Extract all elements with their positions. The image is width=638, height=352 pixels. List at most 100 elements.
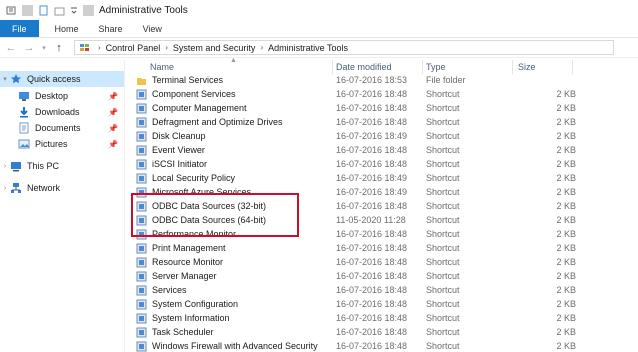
collapse-arrow-icon[interactable]: ▾ xyxy=(0,75,10,83)
file-name: iSCSI Initiator xyxy=(152,159,208,169)
file-size: 2 KB xyxy=(556,145,576,155)
file-row[interactable]: System Configuration 16-07-2016 18:48 Shor… xyxy=(136,297,636,311)
file-row[interactable]: Windows Firewall with Advanced Security 1… xyxy=(136,339,636,352)
nav-item-label: Quick access xyxy=(27,74,81,84)
file-name: Windows Firewall with Advanced Security xyxy=(152,341,318,351)
nav-item-desktop[interactable]: Desktop 📌 xyxy=(18,88,124,104)
file-size: 2 KB xyxy=(556,187,576,197)
file-name: Task Scheduler xyxy=(152,327,214,337)
file-size: 2 KB xyxy=(556,159,576,169)
file-date-modified: 11-05-2020 11:28 xyxy=(336,215,406,225)
file-size: 2 KB xyxy=(556,285,576,295)
breadcrumb-chevron: › xyxy=(98,43,101,52)
file-name-cell: Task Scheduler xyxy=(136,327,214,338)
file-size: 2 KB xyxy=(556,243,576,253)
file-name-cell: Print Management xyxy=(136,243,226,254)
nav-item-pictures[interactable]: Pictures 📌 xyxy=(18,136,124,152)
tab-file[interactable]: File xyxy=(0,20,39,37)
tab-share[interactable]: Share xyxy=(89,20,133,37)
admin-tool-shortcut-icon xyxy=(136,313,147,324)
nav-item-downloads[interactable]: Downloads 📌 xyxy=(18,104,124,120)
nav-item-label: This PC xyxy=(27,161,60,171)
file-name-cell: System Configuration xyxy=(136,299,238,310)
expand-arrow-icon[interactable]: › xyxy=(0,185,10,192)
file-row[interactable]: Component Services 16-07-2016 18:48 Shortc… xyxy=(136,87,636,101)
file-row[interactable]: Event Viewer 16-07-2016 18:48 Shortcut 2 KB xyxy=(136,143,636,157)
ribbon-tabs: File Home Share View xyxy=(0,20,638,38)
column-header-size[interactable]: Size xyxy=(518,60,536,74)
file-row[interactable]: Local Security Policy 16-07-2016 18:49 Sho… xyxy=(136,171,636,185)
file-name: System Information xyxy=(152,313,230,323)
file-type: File folder xyxy=(426,75,466,85)
file-date-modified: 16-07-2016 18:48 xyxy=(336,341,408,351)
file-name-cell: Resource Monitor xyxy=(136,257,223,268)
column-header-date-modified[interactable]: Date modified xyxy=(336,60,392,74)
breadcrumb-control-panel[interactable]: Control Panel xyxy=(106,43,161,53)
file-date-modified: 16-07-2016 18:48 xyxy=(336,229,408,239)
file-size: 2 KB xyxy=(556,173,576,183)
file-name-cell: Windows Firewall with Advanced Security xyxy=(136,341,318,352)
file-row[interactable]: Server Manager 16-07-2016 18:48 Shortcut 2 … xyxy=(136,269,636,283)
admin-tool-shortcut-icon xyxy=(136,159,147,170)
file-row[interactable]: Disk Cleanup 16-07-2016 18:49 Shortcut 2 KB xyxy=(136,129,636,143)
column-header-name[interactable]: Name xyxy=(150,60,174,74)
file-row[interactable]: Defragment and Optimize Drives 16-07-2016… xyxy=(136,115,636,129)
new-folder-icon[interactable] xyxy=(38,5,49,16)
file-name: Local Security Policy xyxy=(152,173,236,183)
expand-arrow-icon[interactable]: › xyxy=(0,163,10,170)
column-divider[interactable] xyxy=(572,60,573,74)
file-name: Computer Management xyxy=(152,103,247,113)
file-row[interactable]: Task Scheduler 16-07-2016 18:48 Shortcut 2 … xyxy=(136,325,636,339)
file-date-modified: 16-07-2016 18:48 xyxy=(336,313,408,323)
file-type: Shortcut xyxy=(426,145,460,155)
file-date-modified: 16-07-2016 18:48 xyxy=(336,271,408,281)
forward-button[interactable]: → xyxy=(22,41,36,55)
file-row[interactable]: Computer Management 16-07-2016 18:48 Short… xyxy=(136,101,636,115)
desktop-icon xyxy=(18,90,30,102)
admin-tool-shortcut-icon xyxy=(136,173,147,184)
file-type: Shortcut xyxy=(426,243,460,253)
tab-home[interactable]: Home xyxy=(45,20,89,37)
breadcrumb-chevron: › xyxy=(260,43,264,52)
nav-item-quick-access[interactable]: ▾ Quick access xyxy=(0,71,124,87)
column-divider[interactable] xyxy=(332,60,333,74)
file-date-modified: 16-07-2016 18:49 xyxy=(336,173,408,183)
admin-tool-shortcut-icon xyxy=(136,103,147,114)
file-name: Terminal Services xyxy=(152,75,224,85)
pictures-icon xyxy=(18,138,30,150)
file-date-modified: 16-07-2016 18:48 xyxy=(336,285,408,295)
file-row[interactable]: System Information 16-07-2016 18:48 Shortc… xyxy=(136,311,636,325)
sort-ascending-icon: ▲ xyxy=(230,57,237,64)
nav-item-this-pc[interactable]: › This PC xyxy=(0,158,124,174)
up-button[interactable]: ↑ xyxy=(52,41,66,55)
admin-tool-shortcut-icon xyxy=(136,299,147,310)
recent-locations-button[interactable]: ▾ xyxy=(40,41,48,55)
file-row[interactable]: iSCSI Initiator 16-07-2016 18:48 Shortcut 2… xyxy=(136,157,636,171)
back-button[interactable]: ← xyxy=(4,41,18,55)
file-row[interactable]: Terminal Services 16-07-2016 18:53 File fo… xyxy=(136,73,636,87)
file-row[interactable]: Print Management 16-07-2016 18:48 Shortcut… xyxy=(136,241,636,255)
pin-icon: 📌 xyxy=(108,123,118,133)
file-row[interactable]: Resource Monitor 16-07-2016 18:48 Shortcut… xyxy=(136,255,636,269)
address-bar[interactable]: › Control Panel › System and Security › … xyxy=(74,40,614,55)
file-type: Shortcut xyxy=(426,271,460,281)
nav-item-documents[interactable]: Documents 📌 xyxy=(18,120,124,136)
column-divider[interactable] xyxy=(512,60,513,74)
customize-toolbar-icon[interactable] xyxy=(70,5,78,16)
tab-view[interactable]: View xyxy=(133,20,172,37)
admin-tool-shortcut-icon xyxy=(136,327,147,338)
breadcrumb-administrative-tools[interactable]: Administrative Tools xyxy=(268,43,348,53)
nav-item-network[interactable]: › Network xyxy=(0,180,124,196)
folder-icon xyxy=(136,75,147,86)
file-name-cell: Defragment and Optimize Drives xyxy=(136,117,283,128)
file-name-cell: Server Manager xyxy=(136,271,217,282)
column-divider[interactable] xyxy=(422,60,423,74)
column-header-type[interactable]: Type xyxy=(426,60,446,74)
admin-tool-shortcut-icon xyxy=(136,131,147,142)
breadcrumb-system-and-security[interactable]: System and Security xyxy=(173,43,256,53)
pin-icon: 📌 xyxy=(108,107,118,117)
folder-icon[interactable] xyxy=(54,5,65,16)
properties-icon[interactable] xyxy=(6,5,17,16)
nav-item-label: Desktop xyxy=(35,91,69,101)
file-row[interactable]: Services 16-07-2016 18:48 Shortcut 2 KB xyxy=(136,283,636,297)
